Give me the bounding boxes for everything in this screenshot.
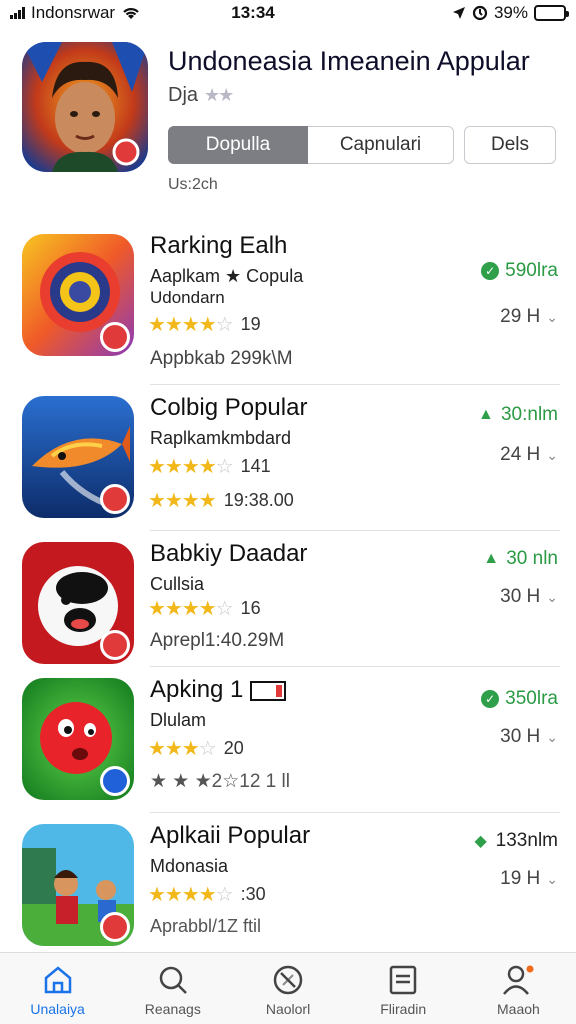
list-icon — [389, 965, 417, 995]
list-item[interactable]: Colbig Popular Raplkamkmbdard ★★★★☆ 141 … — [0, 384, 576, 538]
rank-icon: ▲ — [483, 550, 500, 567]
app-category: Cullsia — [150, 574, 205, 594]
segment-capnulari[interactable]: Capnulari — [308, 126, 454, 164]
app-rating: ★★★★☆ 19 — [148, 312, 261, 337]
rating-stars: ★★★★☆ — [148, 598, 234, 620]
rating-count: 16 — [240, 598, 261, 618]
home-icon — [44, 966, 71, 994]
check-icon: ✓ — [481, 690, 500, 708]
app-rating: ★★★★☆ 16 — [148, 596, 261, 621]
rating-stars: ★★★★☆ — [148, 456, 234, 478]
app-icon-ball[interactable] — [22, 678, 134, 800]
tab-list[interactable]: Fliradin — [346, 953, 461, 1024]
app-badge — [100, 484, 130, 514]
app-time[interactable]: 30 H ⌄ — [500, 586, 558, 608]
app-rating: ★★★★☆ 141 — [148, 454, 271, 479]
app-badge — [100, 630, 130, 660]
app-meta: Aprabbl/1Z ftil — [150, 916, 262, 936]
tab-home[interactable]: Unalaiya — [0, 953, 115, 1024]
chevron-down-icon: ⌄ — [546, 589, 558, 605]
app-icon-panda[interactable] — [22, 542, 134, 664]
profile-icon — [503, 965, 534, 995]
list-item[interactable]: Apking 1 Dlulam ★★★☆ 20 ★ ★ ★2☆12 1 ll ✓… — [0, 666, 576, 820]
alarm-icon — [472, 5, 488, 21]
rating-stars: ★★★★☆ — [148, 884, 234, 906]
status-time: 13:34 — [231, 3, 275, 22]
app-size: ✓ 350lra — [481, 688, 558, 710]
battery-icon — [534, 5, 569, 21]
tab-bar: Unalaiya Reanags Naolorl Fliradin Maaoh — [0, 952, 576, 1024]
carrier-label: Indonsrwar — [31, 3, 116, 22]
app-time[interactable]: 24 H ⌄ — [500, 444, 558, 466]
tab-search[interactable]: Reanags — [115, 953, 230, 1024]
list-item[interactable]: Aplkaii Popular Mdonasia ★★★★☆ :30 Aprab… — [0, 812, 576, 966]
rank-icon: ▲ — [478, 406, 494, 423]
rating-stars: ★★★☆ — [148, 738, 217, 760]
app-time[interactable]: 29 H ⌄ — [500, 306, 558, 328]
app-time[interactable]: 30 H ⌄ — [500, 726, 558, 748]
wifi-icon — [123, 8, 139, 19]
app-badge — [100, 322, 130, 352]
app-size: ◆ 133nlm — [472, 830, 558, 852]
app-category: Raplkamkmbdard — [150, 428, 292, 448]
signal-icon — [10, 7, 25, 19]
app-name: Apking 1 — [150, 676, 287, 704]
app-name: Babkiy Daadar — [150, 540, 308, 567]
app-category: Aaplkam ★ Copula — [150, 266, 304, 286]
rating-count: :30 — [240, 884, 266, 904]
featured-app-title: Undoneasia Imeanein Appular — [168, 46, 530, 76]
app-icon-target[interactable] — [22, 234, 134, 356]
app-developer: Udondarn — [150, 288, 225, 307]
search-icon — [159, 966, 187, 994]
app-list: Rarking Ealh Aaplkam ★ Copula Udondarn ★… — [0, 230, 576, 960]
app-category: Dlulam — [150, 710, 207, 730]
app-meta: ★★★★ 19:38.00 — [148, 490, 294, 512]
rank-icon: ◆ — [474, 833, 487, 850]
app-size: ✓ 590lra — [481, 260, 558, 282]
featured-app-subtitle: Dja ★★ — [168, 84, 234, 106]
featured-app-stars: ★★ — [204, 85, 234, 105]
tab-explore[interactable]: Naolorl — [230, 953, 345, 1024]
app-meta: Aprepl1:40.29M — [150, 630, 285, 651]
chevron-down-icon: ⌄ — [546, 871, 558, 887]
battery-glyph-icon — [250, 680, 287, 701]
app-name: Rarking Ealh — [150, 232, 288, 259]
rating-count: 20 — [223, 738, 244, 758]
app-category: Mdonasia — [150, 856, 229, 876]
featured-app-update: Us:2ch — [168, 176, 218, 193]
app-rating: ★★★★☆ :30 — [148, 882, 266, 907]
list-item[interactable]: Babkiy Daadar Cullsia ★★★★☆ 16 Aprepl1:4… — [0, 530, 576, 684]
app-badge — [100, 766, 130, 796]
chevron-down-icon: ⌄ — [546, 447, 558, 463]
segment-popular[interactable]: Dopulla — [168, 126, 308, 164]
app-icon-kids[interactable] — [22, 824, 134, 946]
rating-stars: ★★★★☆ — [148, 314, 234, 336]
chevron-down-icon: ⌄ — [546, 729, 558, 745]
app-name: Colbig Popular — [150, 394, 308, 421]
featured-app-icon[interactable] — [22, 42, 148, 172]
rating-count: 141 — [240, 456, 271, 476]
app-name: Aplkaii Popular — [150, 822, 311, 849]
compass-icon — [273, 965, 303, 995]
app-meta: Appbkab 299k\M — [150, 348, 293, 369]
chevron-down-icon: ⌄ — [546, 309, 558, 325]
location-icon — [452, 7, 465, 19]
meta-stars: ★★★★ — [148, 490, 217, 512]
app-badge — [100, 912, 130, 942]
app-rating: ★★★☆ 20 — [148, 736, 244, 761]
status-bar: Indonsrwar 13:34 39% — [0, 0, 576, 26]
featured-app-header: Undoneasia Imeanein Appular Dja ★★ Dopul… — [22, 42, 562, 202]
app-icon-fish[interactable] — [22, 396, 134, 518]
segment-dels[interactable]: Dels — [464, 126, 556, 164]
app-size: ▲ 30:nlm — [478, 404, 558, 425]
check-icon: ✓ — [481, 262, 500, 280]
app-meta: ★ ★ ★2☆12 1 ll — [150, 771, 290, 792]
list-item[interactable]: Rarking Ealh Aaplkam ★ Copula Udondarn ★… — [0, 230, 576, 376]
rating-count: 19 — [240, 314, 261, 334]
tab-profile[interactable]: Maaoh — [461, 953, 576, 1024]
app-time[interactable]: 19 H ⌄ — [500, 868, 558, 890]
battery-percent: 39% — [493, 3, 528, 22]
segmented-control: Dopulla Capnulari Dels — [168, 126, 556, 164]
app-size: ▲ 30 nln — [483, 548, 558, 569]
